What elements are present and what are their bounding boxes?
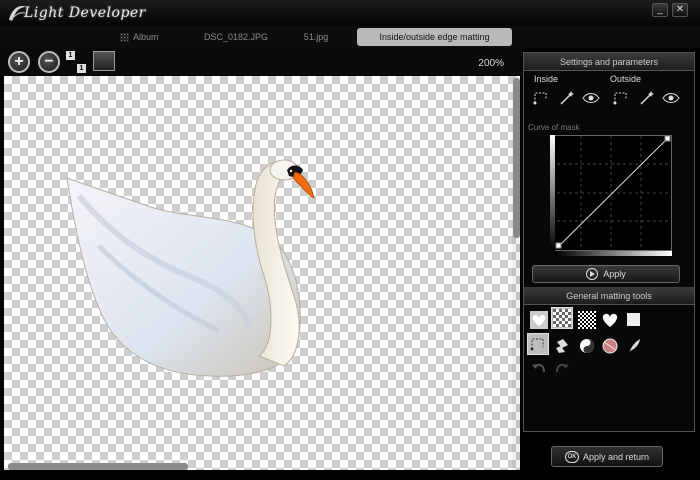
apply-and-return-button[interactable]: OK Apply and return [551,446,663,467]
zoom-in-button[interactable]: + [8,51,30,73]
redo-icon[interactable] [551,357,573,379]
app-title: Light Developer [24,5,146,21]
zoom-out-button[interactable]: − [38,51,60,73]
tab-album[interactable]: Album [120,28,180,46]
toolbar: + − 1 1 200% [0,48,522,76]
play-icon [586,268,599,280]
curve-output-gradient [550,135,555,251]
grid-icon [120,32,129,42]
inside-magic-wand-icon[interactable] [558,89,576,107]
actual-size-digit-b: 1 [77,64,86,73]
general-tools-title: General matting tools [524,287,694,305]
vertical-scrollbar[interactable] [512,76,520,470]
inside-label: Inside [534,74,559,84]
heart-cutout-icon[interactable] [528,309,550,331]
feather-icon[interactable] [623,335,645,357]
tab-album-label: Album [133,32,159,42]
selection-lasso-icon[interactable] [527,333,549,355]
zoom-level: 200% [478,58,504,69]
image-canvas[interactable] [4,76,520,470]
undo-icon[interactable] [528,357,550,379]
inside-lasso-icon[interactable] [532,89,550,107]
settings-title: Settings and parameters [524,53,694,71]
apply-button[interactable]: Apply [532,265,680,283]
close-button[interactable]: ✕ [672,3,688,17]
outside-label: Outside [610,74,642,84]
inside-eye-icon[interactable] [582,89,600,107]
curve-input-gradient [555,251,672,256]
outside-magic-wand-icon[interactable] [638,89,656,107]
horizontal-scrollbar[interactable] [4,462,520,470]
vertical-scroll-thumb[interactable] [513,78,520,238]
tab-edge-matting[interactable]: Inside/outside edge matting [357,28,512,46]
apply-and-return-label: Apply and return [582,451,650,462]
outside-eye-icon[interactable] [662,89,680,107]
title-bar: Light Developer _ ✕ [0,0,700,26]
outside-lasso-icon[interactable] [612,89,630,107]
minimize-button[interactable]: _ [652,3,668,17]
checker-fill-icon[interactable] [551,307,573,329]
settings-panel: Settings and parameters Inside Outside C… [523,52,695,432]
apply-label: Apply [603,269,626,279]
yin-yang-icon[interactable] [576,335,598,357]
actual-size-button[interactable]: 1 1 [66,51,88,75]
tab-strip: Album DSC_0182.JPG 51.jpg Inside/outside… [0,26,700,48]
app-logo: Light Developer [6,2,146,24]
mask-curve-graph [551,135,671,250]
curve-handle-end [664,135,671,142]
heart-icon[interactable] [599,309,621,331]
tab-51-jpg[interactable]: 51.jpg [296,28,336,46]
ok-badge-icon: OK [564,450,579,463]
mask-curve-editor[interactable] [550,135,672,251]
curve-handle-start [555,242,562,249]
transparency-icon[interactable] [576,309,598,331]
actual-size-digit-a: 1 [66,51,75,60]
white-square-icon[interactable] [623,309,645,331]
fit-to-window-button[interactable] [93,51,115,71]
puzzle-icon[interactable] [551,335,573,357]
curve-of-mask-label: Curve of mask [528,123,580,132]
tab-dsc-0182[interactable]: DSC_0182.JPG [200,28,272,46]
swan-image [66,159,315,377]
red-ball-icon[interactable] [599,335,621,357]
horizontal-scroll-thumb[interactable] [8,463,188,470]
